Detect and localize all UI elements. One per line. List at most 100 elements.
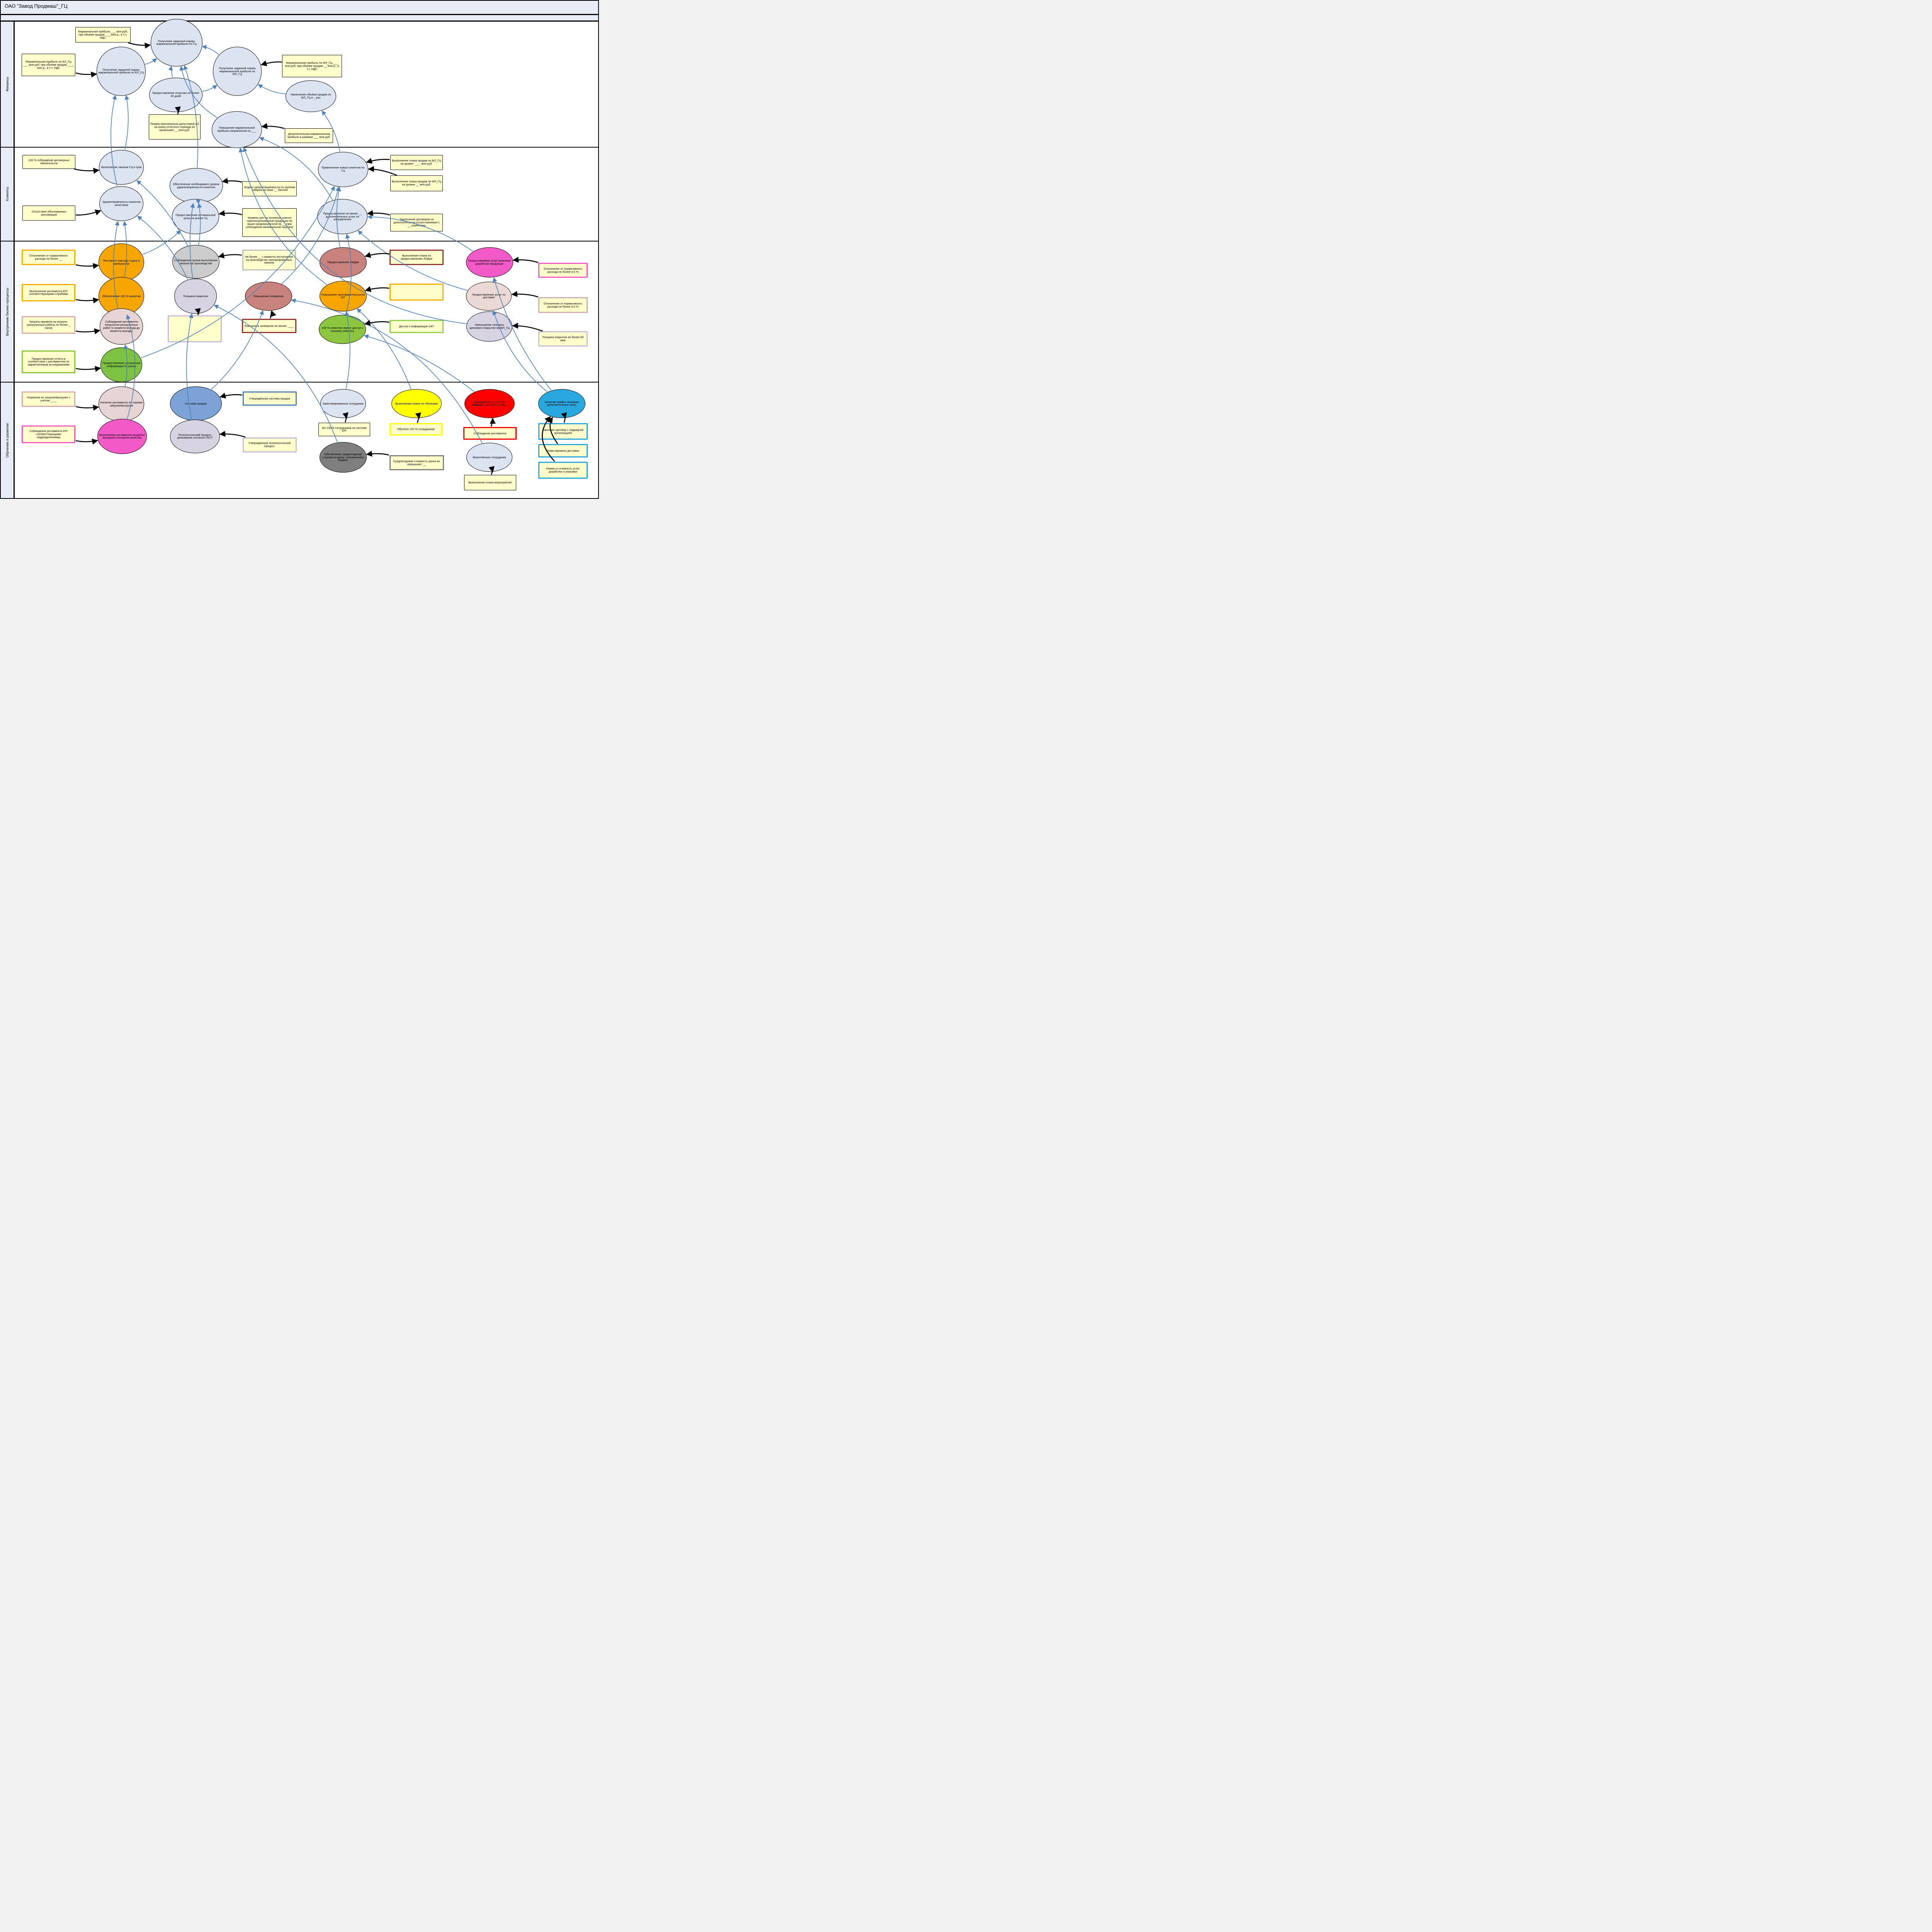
- goal-O_VOVL[interactable]: Вовлечённые сотрудники: [466, 443, 512, 472]
- goal-V_PROIZ[interactable]: Повышение производительности БЛ: [320, 281, 367, 311]
- goal-O_ZAM[interactable]: Замотивированные сотрудники: [320, 389, 366, 418]
- goal-V_KONV[interactable]: Повышение конверсии: [245, 282, 292, 311]
- goal-O_CINK[interactable]: Обеспечение среднегодовой стоиомсти цинк…: [320, 442, 367, 473]
- goal-K_OBES[interactable]: Обеспечение необходимого уровня удовлетв…: [170, 168, 223, 203]
- kpi-B_dz[interactable]: Размер максимально допустимой ДЗ на коне…: [149, 114, 201, 139]
- kpi-OB11[interactable]: Нормы и стоимость услуг доработки и упак…: [538, 462, 588, 479]
- goal-F_ML[interactable]: Получение заданной нормы маржинальной пр…: [213, 47, 262, 95]
- kpi-KB7[interactable]: Заключение договоров на дополнительные у…: [390, 214, 443, 231]
- node-label: Маржинальная прибыль по МЛ_ГЦ ___ млн.ру…: [282, 61, 342, 71]
- goal-V_POGR[interactable]: Соблюдение регламента погрузочно-разгруз…: [100, 308, 143, 345]
- kpi-OB10[interactable]: Номы времени доставки: [538, 444, 588, 457]
- goal-F_POV[interactable]: Повышение маржинальной прибыли направлен…: [212, 111, 262, 148]
- node-label: Предоставление отсрочки не более 45 дней: [150, 91, 202, 98]
- goal-V_TONK[interactable]: Уменьшение толщины цинкового покрытия на…: [466, 311, 512, 342]
- kpi-OB9[interactable]: Заключен договор с подрядной организацие…: [538, 423, 588, 440]
- goal-V_SROK[interactable]: Соблюдение сроков выполнения заказов на …: [172, 245, 219, 279]
- node-label: Дополнительная маржинальная прибыль в ра…: [285, 132, 333, 139]
- node-label: Утверждённый технологический процесс: [244, 441, 296, 448]
- node-label: Выполнение плана продаж по БЛ_ГЦ на уров…: [391, 159, 443, 166]
- goal-K_DOP[interactable]: Предоставление не менее __ дополнительны…: [317, 199, 367, 234]
- node-label: Не более __ с момента поступления на про…: [243, 255, 295, 265]
- kpi-VB4[interactable]: Предоставление отчёта в соответствие с р…: [22, 350, 75, 373]
- node-label: Выполнение регламента входного/выходного…: [98, 433, 146, 440]
- node-label: Среднегодовая стоимость цинка не превыша…: [391, 459, 443, 466]
- kpi-VB5[interactable]: Не более __ с момента поступления на про…: [242, 250, 296, 270]
- node-label: Выполнение плана по предоставлению ЛИДов: [391, 254, 442, 261]
- kpi-KB3[interactable]: Индекс удовлетворённости по группам това…: [242, 181, 297, 197]
- kpi-KB1[interactable]: 100 % соблюдение договорных обязательств: [22, 155, 75, 169]
- kpi-B_right[interactable]: Маржинальная прибыль по МЛ_ГЦ ___ млн.ру…: [282, 55, 342, 77]
- kpi-OB3[interactable]: Утверждённая система продаж: [243, 391, 297, 406]
- node-label: Показатель конверсии не менее ____: [243, 324, 295, 328]
- kpi-VB8[interactable]: Выполнение плана по предоставлению ЛИДов: [389, 250, 443, 265]
- goal-K_PRIV[interactable]: Привлечение новых клиентов по ГЦ: [318, 152, 368, 187]
- goal-V_DOSTUP[interactable]: 100 % клиентов имеют доступ к личному ка…: [319, 315, 366, 344]
- page-title: ОАО "Завод Продмаш"_ГЦ: [5, 3, 68, 9]
- node-label: Норматив по загрузке/выгрузке с учётом _…: [23, 396, 74, 403]
- node-label: Получение заданной нормы маржинальной пр…: [213, 66, 261, 77]
- node-label: [194, 328, 196, 329]
- kpi-OB1[interactable]: Норматив по загрузке/выгрузке с учётом _…: [22, 391, 75, 407]
- kpi-VB13[interactable]: Толщина покрытия не более 60 мкм: [538, 331, 588, 347]
- kpi-VB11[interactable]: Отклонение от нормативного расхода не бо…: [538, 263, 588, 278]
- goal-V_TOLSH[interactable]: Толщина покрытия: [174, 279, 217, 314]
- kpi-KB4[interactable]: Уровень цен на основные классы горячеоци…: [242, 208, 297, 237]
- row-label-strip-processes: Внутренние бизнес-процессы: [1, 242, 15, 382]
- kpi-OB2[interactable]: Соблюдение регламента KPI соответствующи…: [22, 425, 75, 443]
- kpi-B_top[interactable]: Маржинальная прибыль ___ млн.руб. при об…: [75, 27, 131, 43]
- kpi-B_dop[interactable]: Дополнительная маржинальная прибыль в ра…: [285, 128, 333, 143]
- goal-O_SIST[interactable]: Система продаж: [170, 386, 222, 421]
- kpi-OB12[interactable]: Выполнение плана мероприятий: [464, 475, 516, 490]
- goal-F_OTS[interactable]: Предоставление отсрочки не более 45 дней: [149, 78, 202, 112]
- goal-V_REG[interactable]: Регламент расхода сырья и материалов: [99, 243, 144, 282]
- kpi-VB2[interactable]: Выполнение регламента KPI соответствующи…: [22, 284, 75, 301]
- goal-O_TEH[interactable]: Технологический процесс цинкования согла…: [170, 420, 219, 453]
- goal-F_UVEL[interactable]: Увеличение объёма продаж по МЛ_ГЦ в _ ра…: [286, 80, 336, 112]
- goal-O_VHOD[interactable]: Выполнение регламента входного/выходного…: [97, 419, 147, 454]
- kpi-KB6[interactable]: Выполнение плана продаж по МЛ_ГЦ на уров…: [390, 175, 443, 191]
- node-label: Маржинальная прибыль по БЛ_ГЦ ___ млн.ру…: [22, 60, 75, 70]
- kpi-OB6[interactable]: Обучено 100 % сотрудников: [389, 423, 442, 435]
- kpi-VB9[interactable]: [389, 284, 443, 301]
- kpi-OB4[interactable]: Утверждённый технологический процесс: [243, 437, 297, 453]
- kpi-VB3[interactable]: Затраты времени на погрузо-разгрузочные …: [22, 316, 75, 334]
- node-label: Нормы и стоимость услуг доработки и упак…: [539, 467, 587, 474]
- goal-V_MARK[interactable]: Предоставление актуальной информации по …: [100, 347, 142, 383]
- kpi-VB7[interactable]: Показатель конверсии не менее ____: [242, 319, 296, 333]
- kpi-OB8[interactable]: Соблюдение регламента: [463, 427, 517, 440]
- kpi-VB12[interactable]: Отклонение от нормативного расхода не бо…: [538, 297, 588, 313]
- node-label: Выполнение плана по обучению: [394, 402, 439, 406]
- kpi-VB1[interactable]: Отклонение от нормативного расхода не бо…: [22, 250, 75, 265]
- node-label: Получение заданной нормы маржинальной пр…: [97, 68, 145, 75]
- node-label: Маржинальная прибыль ___ млн.руб. при об…: [76, 30, 130, 40]
- node-label: Система продаж: [184, 402, 208, 406]
- goal-F_GC[interactable]: Получение заданной нормы маржинальной пр…: [151, 19, 202, 66]
- subheader-band: [1, 15, 598, 22]
- goal-O_NAL[interactable]: Наличие регламента по нормам загрузки/вы…: [99, 386, 144, 422]
- goal-O_OBU[interactable]: Выполнение плана по обучению: [391, 389, 442, 418]
- kpi-KB2[interactable]: Отсутствие обоснованных рекламаций: [22, 206, 75, 221]
- row-label-strip-learning: Обучение и развитие: [1, 383, 15, 498]
- node-label: Индекс удовлетворённости по группам това…: [243, 185, 296, 192]
- row-label-learning: Обучение и развитие: [5, 423, 9, 457]
- goal-F_BL[interactable]: Получение заданной нормы маржинальной пр…: [97, 47, 145, 95]
- node-label: Привлечение новых клиентов по ГЦ: [318, 166, 368, 173]
- goal-O_BESP[interactable]: Бесперебойная работа информационной сист…: [464, 389, 515, 418]
- kpi-OB5[interactable]: З/п 100 % сотрудников по системе KPI: [318, 423, 370, 436]
- goal-K_VYP[interactable]: Выполнение заказов ГЦ в срок: [99, 150, 144, 185]
- row-clients: Клиенты: [1, 148, 598, 242]
- goal-O_PRICE[interactable]: Наличие прайса оказания дополнительных у…: [538, 389, 585, 418]
- goal-K_CENA[interactable]: Предоставление оптимальной цены на рынке…: [172, 199, 219, 234]
- goal-K_UDQ[interactable]: Удовлетворённость клиентов качеством: [99, 186, 143, 221]
- node-label: Заключение договоров на дополнительные у…: [391, 218, 443, 228]
- kpi-B_left[interactable]: Маржинальная прибыль по БЛ_ГЦ ___ млн.ру…: [22, 54, 75, 76]
- goal-V_UPAK[interactable]: Предоставление услуг упаковки/доработки …: [466, 247, 513, 278]
- kpi-KB5[interactable]: Выполнение плана продаж по БЛ_ГЦ на уров…: [390, 155, 443, 170]
- node-label: Отклонение от нормативного расхода не бо…: [539, 267, 587, 274]
- kpi-VB6[interactable]: [168, 315, 222, 342]
- kpi-OB7[interactable]: Среднегодовая стоимость цинка не превыша…: [389, 455, 444, 471]
- goal-V_DOST[interactable]: Предоставление услуг по доставке: [466, 282, 512, 311]
- kpi-VB10[interactable]: Доступ к информации 24/7: [389, 320, 443, 333]
- goal-V_LID[interactable]: Предоставление ЛИДов: [320, 247, 367, 278]
